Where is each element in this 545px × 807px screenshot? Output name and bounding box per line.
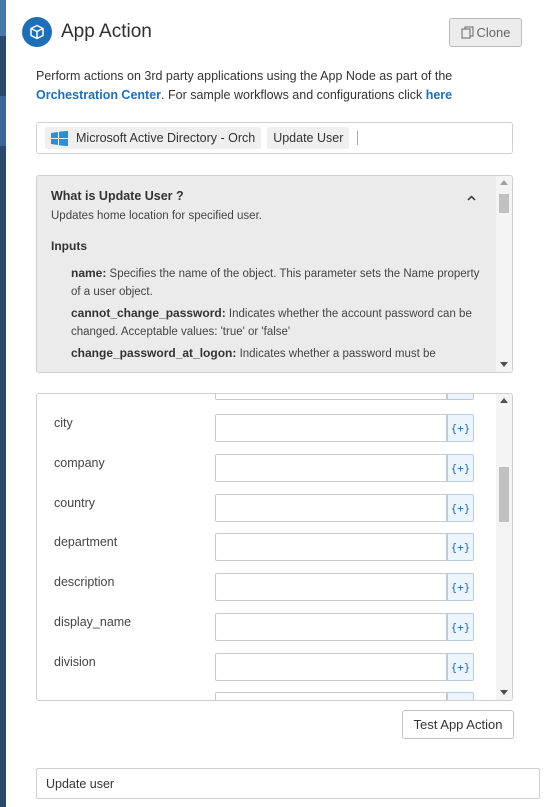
scroll-up-arrow-icon[interactable] bbox=[500, 180, 508, 185]
app-action-panel: App Action Clone Perform actions on 3rd … bbox=[6, 0, 545, 807]
insert-variable-button[interactable]: {+} bbox=[447, 494, 474, 522]
insert-variable-button[interactable]: {+} bbox=[447, 653, 474, 681]
param-description: Specifies the name of the object. This p… bbox=[71, 268, 480, 298]
panel-description: Perform actions on 3rd party application… bbox=[36, 67, 506, 105]
field-label: display_name bbox=[54, 615, 132, 629]
field-row: country {+} bbox=[37, 494, 497, 524]
field-input[interactable] bbox=[215, 692, 447, 700]
field-row: description {+} bbox=[37, 573, 497, 603]
field-label: division bbox=[54, 655, 96, 669]
country-input[interactable] bbox=[215, 494, 447, 522]
description-middle-text: . For sample workflows and configuration… bbox=[161, 88, 426, 102]
panel-header: App Action bbox=[22, 14, 152, 50]
display-name-input[interactable] bbox=[215, 613, 447, 641]
cube-icon bbox=[22, 17, 52, 47]
insert-variable-button[interactable] bbox=[447, 692, 474, 700]
description-input[interactable] bbox=[215, 573, 447, 601]
copy-icon bbox=[461, 26, 474, 39]
insert-variable-button[interactable] bbox=[447, 394, 474, 400]
insert-variable-button[interactable]: {+} bbox=[447, 533, 474, 561]
insert-variable-button[interactable]: {+} bbox=[447, 414, 474, 442]
input-fields-area: city {+} company {+} country {+} departm… bbox=[36, 393, 513, 701]
fields-scrollbar[interactable] bbox=[496, 394, 512, 700]
param-name: change_password_at_logon: bbox=[71, 346, 237, 360]
info-summary: Updates home location for specified user… bbox=[51, 210, 262, 222]
field-row-partial bbox=[37, 394, 497, 402]
scroll-down-arrow-icon[interactable] bbox=[500, 690, 508, 695]
field-row-partial bbox=[37, 692, 497, 700]
division-input[interactable] bbox=[215, 653, 447, 681]
description-text: Perform actions on 3rd party application… bbox=[36, 69, 453, 83]
field-row: department {+} bbox=[37, 533, 497, 563]
field-row: company {+} bbox=[37, 454, 497, 484]
param-name: name: bbox=[71, 266, 107, 280]
field-label: country bbox=[54, 496, 95, 510]
test-app-action-button[interactable]: Test App Action bbox=[402, 710, 514, 739]
field-row: city {+} bbox=[37, 414, 497, 444]
windows-logo-icon bbox=[51, 130, 68, 146]
info-scroll-thumb[interactable] bbox=[499, 194, 509, 213]
app-action-selector[interactable]: Microsoft Active Directory - Orch Update… bbox=[36, 122, 513, 154]
action-chip-label: Update User bbox=[273, 131, 344, 145]
field-label: city bbox=[54, 416, 73, 430]
field-label: department bbox=[54, 535, 118, 549]
company-input[interactable] bbox=[215, 454, 447, 482]
clone-button[interactable]: Clone bbox=[449, 18, 522, 47]
info-param: change_password_at_logon: Indicates whet… bbox=[71, 344, 483, 363]
sample-workflows-link[interactable]: here bbox=[426, 88, 452, 102]
insert-variable-button[interactable]: {+} bbox=[447, 613, 474, 641]
panel-title: App Action bbox=[61, 21, 152, 42]
text-cursor bbox=[357, 131, 359, 145]
field-label: company bbox=[54, 456, 105, 470]
department-input[interactable] bbox=[215, 533, 447, 561]
field-row: display_name {+} bbox=[37, 613, 497, 643]
node-name-input[interactable]: Update user bbox=[36, 768, 540, 799]
scroll-up-arrow-icon[interactable] bbox=[500, 398, 508, 403]
info-param: cannot_change_password: Indicates whethe… bbox=[71, 304, 483, 341]
insert-variable-button[interactable]: {+} bbox=[447, 573, 474, 601]
orchestration-center-link[interactable]: Orchestration Center bbox=[36, 88, 161, 102]
info-scrollbar[interactable] bbox=[496, 176, 512, 372]
info-title: What is Update User ? bbox=[51, 189, 184, 203]
insert-variable-button[interactable]: {+} bbox=[447, 454, 474, 482]
city-input[interactable] bbox=[215, 414, 447, 442]
param-description: Indicates whether a password must be bbox=[236, 348, 436, 360]
info-param: name: Specifies the name of the object. … bbox=[71, 264, 483, 301]
action-chip[interactable]: Update User bbox=[267, 127, 350, 149]
action-info-box: What is Update User ? Updates home locat… bbox=[36, 175, 513, 373]
scroll-down-arrow-icon[interactable] bbox=[500, 362, 508, 367]
field-row: division {+} bbox=[37, 653, 497, 683]
field-input[interactable] bbox=[215, 394, 447, 400]
field-label: description bbox=[54, 575, 115, 589]
fields-scroll-thumb[interactable] bbox=[499, 467, 509, 522]
info-inputs-heading: Inputs bbox=[51, 239, 87, 253]
chevron-up-icon[interactable] bbox=[467, 192, 476, 204]
param-name: cannot_change_password: bbox=[71, 306, 226, 320]
app-chip-label: Microsoft Active Directory - Orch bbox=[76, 131, 256, 145]
clone-button-label: Clone bbox=[476, 25, 511, 40]
app-chip[interactable]: Microsoft Active Directory - Orch bbox=[45, 127, 262, 149]
